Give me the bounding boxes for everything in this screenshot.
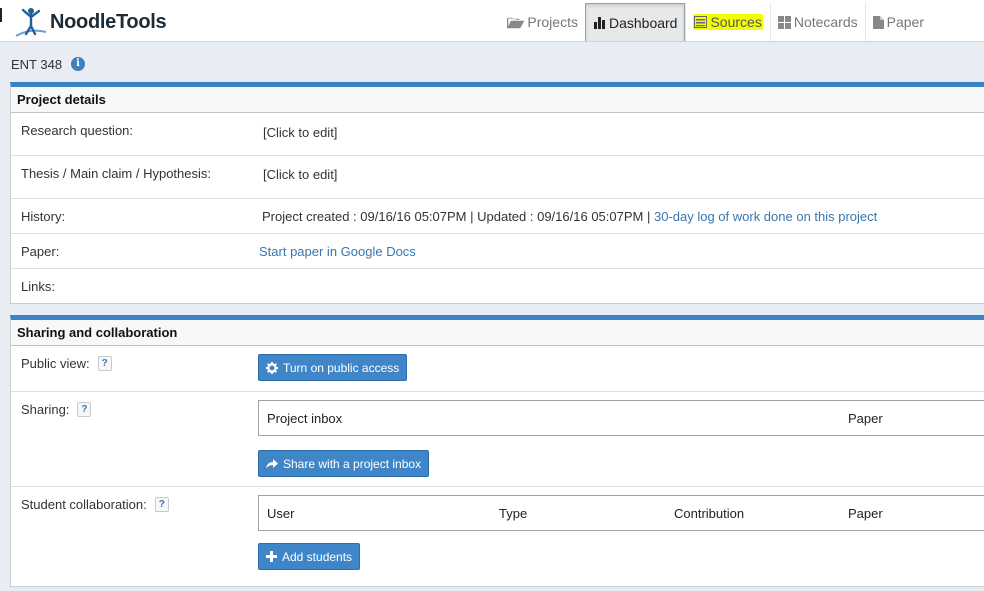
work-log-link[interactable]: 30-day log of work done on this project xyxy=(654,209,877,224)
history-timestamps: Project created : 09/16/16 05:07PM | Upd… xyxy=(262,209,651,224)
nav-projects[interactable]: Projects xyxy=(500,3,585,41)
info-icon[interactable]: i xyxy=(71,57,86,71)
project-title: ENT 348 xyxy=(11,56,63,72)
paper-row: Paper: Start paper in Google Docs xyxy=(11,234,984,269)
public-view-label-wrap: Public view: ? xyxy=(21,356,112,371)
history-row: History: Project created : 09/16/16 05:0… xyxy=(11,199,984,234)
history-value: Project created : 09/16/16 05:07PM | Upd… xyxy=(262,209,877,224)
nav-dashboard-label: Dashboard xyxy=(608,14,678,31)
folder-open-icon xyxy=(507,16,525,29)
links-row: Links: xyxy=(11,269,984,303)
student-collaboration-label-wrap: Student collaboration: ? xyxy=(21,497,169,512)
column-contribution: Contribution xyxy=(674,506,745,521)
project-inbox-table: Project inbox Paper xyxy=(258,400,984,436)
column-user: User xyxy=(267,506,295,521)
thesis-value[interactable]: [Click to edit] xyxy=(263,167,337,182)
project-title-bar: ENT 348 i xyxy=(11,54,86,74)
sharing-heading: Sharing and collaboration xyxy=(11,320,984,346)
help-icon[interactable]: ? xyxy=(77,402,92,417)
project-details-panel: Project details Research question: [Clic… xyxy=(10,82,984,304)
thesis-row: Thesis / Main claim / Hypothesis: [Click… xyxy=(11,156,984,199)
links-label: Links: xyxy=(21,279,55,294)
nav-sources-label: Sources xyxy=(710,14,762,30)
window-edge xyxy=(0,8,2,22)
research-question-label: Research question: xyxy=(21,123,134,138)
help-icon[interactable]: ? xyxy=(97,356,112,371)
share-with-project-inbox-label: Share with a project inbox xyxy=(283,456,422,471)
project-details-heading: Project details xyxy=(11,87,984,113)
share-arrow-icon xyxy=(266,458,278,469)
gear-icon xyxy=(266,361,278,374)
sharing-label: Sharing: xyxy=(21,402,70,417)
top-navigation-bar: NoodleTools Projects Dashboard Sources N… xyxy=(0,0,984,42)
sources-highlight: Sources xyxy=(693,14,763,30)
paper-label: Paper: xyxy=(21,244,60,259)
history-label: History: xyxy=(21,209,66,224)
brand-name: NoodleTools xyxy=(50,10,167,33)
column-paper: Paper xyxy=(848,506,883,521)
document-icon xyxy=(872,15,884,29)
public-view-label: Public view: xyxy=(21,356,90,371)
nav-dashboard[interactable]: Dashboard xyxy=(584,3,686,41)
add-students-label: Add students xyxy=(282,549,353,564)
turn-on-public-access-label: Turn on public access xyxy=(283,360,400,375)
nav-notecards[interactable]: Notecards xyxy=(769,3,865,41)
student-collaboration-label: Student collaboration: xyxy=(21,497,147,512)
nav-notecards-label: Notecards xyxy=(793,14,858,30)
nav-projects-label: Projects xyxy=(527,14,578,30)
sharing-row: Sharing: ? Project inbox Paper Share wit… xyxy=(11,392,984,487)
collaboration-table: User Type Contribution Paper xyxy=(258,495,984,531)
student-collaboration-row: Student collaboration: ? User Type Contr… xyxy=(11,487,984,586)
noodletools-figure-icon xyxy=(15,8,47,37)
start-paper-link[interactable]: Start paper in Google Docs xyxy=(259,244,416,259)
list-icon xyxy=(694,16,708,28)
sharing-label-wrap: Sharing: ? xyxy=(21,402,92,417)
turn-on-public-access-button[interactable]: Turn on public access xyxy=(258,354,408,381)
share-with-project-inbox-button[interactable]: Share with a project inbox xyxy=(258,450,430,477)
help-icon[interactable]: ? xyxy=(154,497,169,512)
nav-paper[interactable]: Paper xyxy=(864,3,984,41)
thesis-label: Thesis / Main claim / Hypothesis: xyxy=(21,166,212,181)
add-students-button[interactable]: Add students xyxy=(258,543,361,570)
column-paper: Paper xyxy=(848,411,883,426)
noodletools-logo[interactable]: NoodleTools xyxy=(12,6,167,38)
column-project-inbox: Project inbox xyxy=(267,411,343,426)
main-nav: Projects Dashboard Sources Notecards Pap… xyxy=(500,3,984,41)
research-question-row: Research question: [Click to edit] xyxy=(11,113,984,156)
nav-sources[interactable]: Sources xyxy=(685,3,769,41)
nav-paper-label: Paper xyxy=(886,14,924,30)
plus-icon xyxy=(266,551,277,562)
research-question-value[interactable]: [Click to edit] xyxy=(263,125,337,140)
sharing-panel: Sharing and collaboration Public view: ?… xyxy=(10,315,984,587)
public-view-row: Public view: ? Turn on public access xyxy=(11,346,984,392)
grid-icon xyxy=(777,15,791,29)
bar-chart-icon xyxy=(593,16,606,29)
column-type: Type xyxy=(499,506,528,521)
